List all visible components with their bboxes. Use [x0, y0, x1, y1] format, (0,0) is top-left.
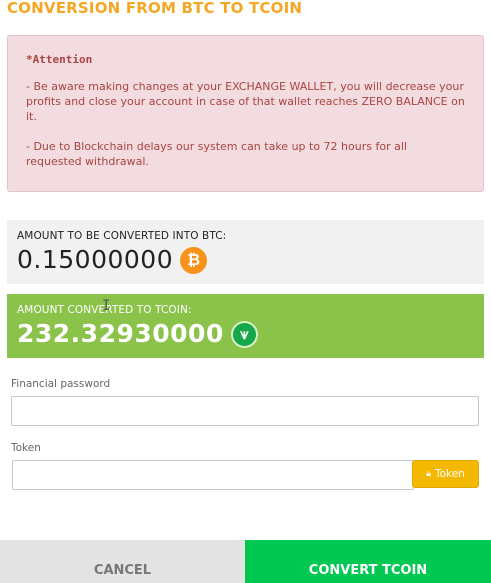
tcoin-amount-panel: AMOUNT CONVERTED TO TCOIN: 232.32930000 …: [7, 294, 484, 358]
tcoin-amount-label: AMOUNT CONVERTED TO TCOIN:: [17, 304, 192, 316]
attention-alert: *Attention - Be aware making changes at …: [7, 35, 484, 192]
alert-exchange-wallet-warning: - Be aware making changes at your EXCHAN…: [26, 80, 465, 123]
text-cursor-icon: I: [102, 298, 111, 314]
bitcoin-icon: ₿: [180, 246, 208, 274]
token-label: Token: [11, 442, 41, 454]
tcoin-icon: ⩛: [230, 320, 258, 348]
token-button-label: Token: [434, 468, 465, 480]
cancel-button[interactable]: CANCEL: [0, 540, 245, 583]
financial-password-label: Financial password: [11, 378, 111, 390]
alert-blockchain-delay-notice: - Due to Blockchain delays our system ca…: [26, 140, 407, 168]
financial-password-input[interactable]: [11, 396, 479, 426]
convert-tcoin-button[interactable]: CONVERT TCOIN: [245, 540, 491, 583]
request-token-button[interactable]: 🔒︎ Token: [412, 460, 479, 488]
btc-amount-panel: AMOUNT TO BE CONVERTED INTO BTC: 0.15000…: [7, 220, 484, 284]
btc-amount-value: 0.15000000: [17, 245, 174, 274]
page-title: CONVERSION FROM BTC TO TCOIN: [7, 0, 303, 17]
lock-icon: 🔒︎: [426, 469, 431, 479]
token-input[interactable]: [12, 460, 414, 490]
tcoin-amount-value: 232.32930000: [17, 319, 224, 348]
btc-amount-label: AMOUNT TO BE CONVERTED INTO BTC:: [17, 230, 227, 242]
alert-heading: *Attention: [26, 53, 93, 66]
